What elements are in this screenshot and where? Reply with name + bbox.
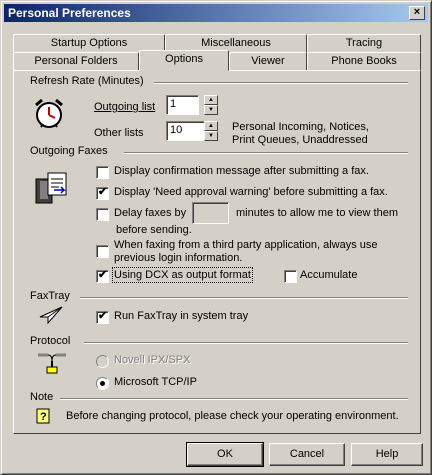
fax-document-icon [34, 171, 70, 205]
refresh-separator [154, 82, 408, 84]
check-mark-icon: ✔ [98, 310, 108, 322]
approval-checkbox[interactable]: ✔ [96, 186, 109, 200]
confirm-label: Display confirmation message after submi… [114, 165, 369, 177]
outgoing-faxes-label: Outgoing Faxes [30, 145, 108, 157]
tab-options[interactable]: Options [139, 50, 229, 71]
outgoing-list-spinner[interactable]: ▲ ▼ [204, 95, 218, 115]
network-connector-icon [36, 349, 68, 375]
novell-label: Novell IPX/SPX [114, 354, 191, 366]
outgoing-list-input[interactable]: 1 [166, 95, 199, 115]
tab-phone-books[interactable]: Phone Books [307, 52, 421, 71]
delay-minutes-input[interactable] [192, 202, 229, 224]
note-text: Before changing protocol, please check y… [66, 410, 399, 422]
delay-suffix: minutes to allow me to view them [236, 207, 399, 219]
svg-text:?: ? [40, 411, 47, 423]
accumulate-checkbox[interactable] [284, 270, 297, 283]
other-lists-spinner[interactable]: ▲ ▼ [204, 121, 218, 141]
faxtray-separator [80, 297, 408, 299]
outgoing-list-label-text: Outgoing list [94, 101, 156, 113]
run-faxtray-label: Run FaxTray in system tray [114, 310, 249, 322]
third-party-line1: When faxing from a third party applicati… [114, 239, 378, 251]
third-party-line2: previous login information. [114, 252, 243, 264]
note-separator [60, 398, 408, 400]
delay-line2: before sending. [116, 224, 192, 236]
delay-checkbox[interactable] [96, 208, 109, 221]
other-lists-input[interactable]: 10 [166, 121, 209, 141]
spin-down-icon[interactable]: ▼ [204, 105, 218, 115]
radio-dot [100, 381, 105, 386]
paper-plane-icon [38, 305, 64, 325]
tcpip-radio[interactable] [96, 377, 109, 390]
options-panel: Refresh Rate (Minutes) Outgoing list 1 ▲… [13, 70, 421, 434]
outgoing-list-label: Outgoing list [94, 101, 155, 113]
help-note-icon: ? [36, 408, 50, 424]
tab-personal-folders[interactable]: Personal Folders [13, 52, 139, 71]
outgoing-faxes-separator [124, 152, 408, 154]
tab-viewer[interactable]: Viewer [229, 52, 307, 71]
accumulate-label: Accumulate [300, 269, 358, 281]
window-title: Personal Preferences [8, 6, 131, 20]
note-label: Note [30, 391, 54, 403]
tcpip-label: Microsoft TCP/IP [114, 376, 197, 388]
spin-up-icon[interactable]: ▲ [204, 121, 218, 131]
preferences-dialog: Personal Preferences × Startup Options M… [0, 0, 432, 475]
third-party-checkbox[interactable] [96, 245, 109, 258]
tab-tracing[interactable]: Tracing [307, 34, 421, 53]
delay-prefix: Delay faxes by [114, 207, 187, 219]
title-bar[interactable]: Personal Preferences × [4, 4, 428, 22]
other-lists-label: Other lists [94, 127, 144, 139]
cancel-button[interactable]: Cancel [269, 443, 345, 466]
confirm-checkbox[interactable] [96, 166, 109, 179]
spin-up-icon[interactable]: ▲ [204, 95, 218, 105]
check-mark-icon: ✔ [98, 186, 108, 198]
help-button[interactable]: Help [351, 443, 423, 466]
spin-down-icon[interactable]: ▼ [204, 131, 218, 141]
ok-button[interactable]: OK [186, 442, 264, 467]
approval-label: Display 'Need approval warning' before s… [114, 186, 388, 198]
dcx-label: Using DCX as output format [112, 267, 253, 283]
other-lists-note-line2: Print Queues, Unaddressed [232, 134, 368, 146]
dcx-checkbox[interactable]: ✔ [96, 269, 109, 283]
refresh-rate-label: Refresh Rate (Minutes) [30, 75, 144, 87]
alarm-clock-icon [32, 96, 66, 130]
run-faxtray-checkbox[interactable]: ✔ [96, 310, 109, 324]
check-mark-icon: ✔ [98, 269, 108, 281]
close-button[interactable]: × [409, 6, 425, 20]
novell-radio[interactable] [96, 355, 109, 368]
protocol-label: Protocol [30, 335, 71, 347]
protocol-separator [84, 342, 408, 344]
faxtray-label: FaxTray [30, 290, 70, 302]
other-lists-note-line1: Personal Incoming, Notices, [232, 121, 369, 133]
